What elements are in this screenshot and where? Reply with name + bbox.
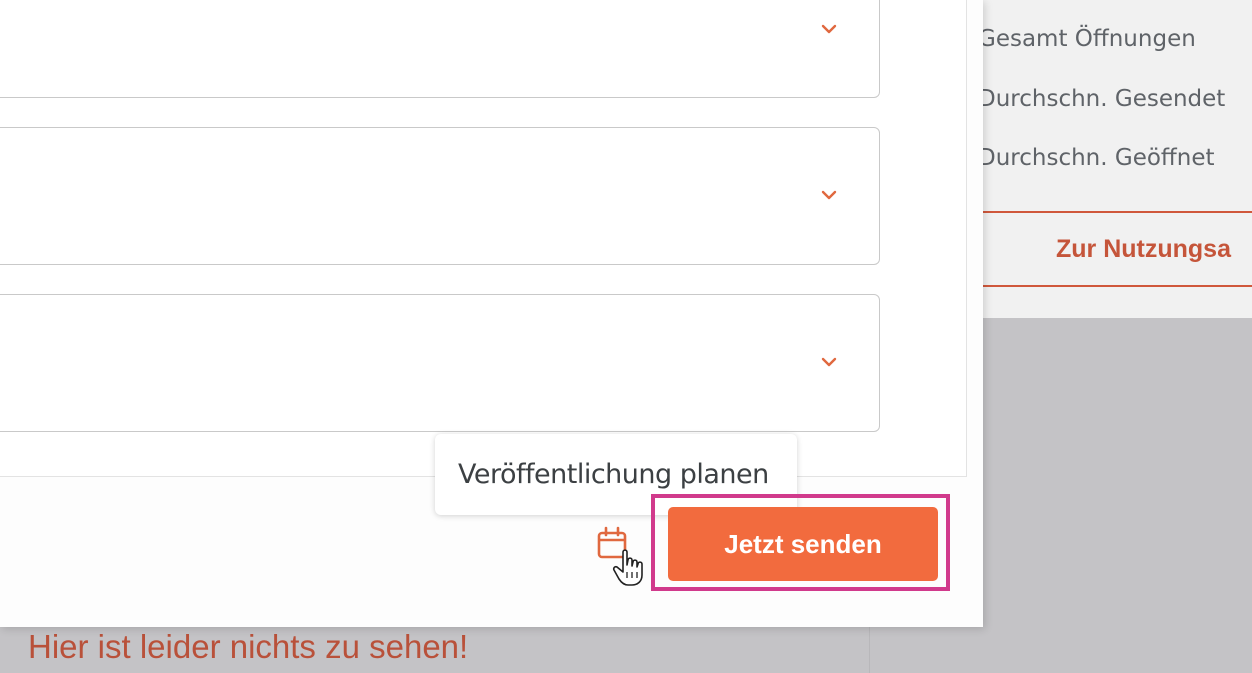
chevron-down-icon: [821, 24, 837, 34]
usage-overview-button[interactable]: Zur Nutzungsa: [983, 211, 1252, 287]
stat-avg-opened: Durchschn. Geöffnet: [978, 145, 1215, 171]
stat-avg-sent: Durchschn. Gesendet: [978, 86, 1226, 112]
schedule-tooltip-text: Veröffentlichung planen: [458, 459, 769, 490]
modal-form-panel: [0, 0, 967, 477]
send-now-button[interactable]: Jetzt senden: [668, 507, 938, 581]
select-field-2[interactable]: [0, 127, 880, 265]
usage-overview-label: Zur Nutzungsa: [1056, 235, 1231, 263]
send-newsletter-modal: Veröffentlichung planen Jetzt senden: [0, 0, 983, 627]
chevron-down-icon: [821, 357, 837, 367]
select-field-3[interactable]: [0, 294, 880, 432]
empty-state-message: Hier ist leider nichts zu sehen!: [28, 628, 469, 665]
chevron-down-icon: [821, 190, 837, 200]
send-now-label: Jetzt senden: [724, 529, 882, 559]
stat-total-opens: Gesamt Öffnungen: [978, 26, 1196, 52]
hand-cursor-icon: [612, 549, 643, 586]
select-field-1[interactable]: [0, 0, 880, 98]
